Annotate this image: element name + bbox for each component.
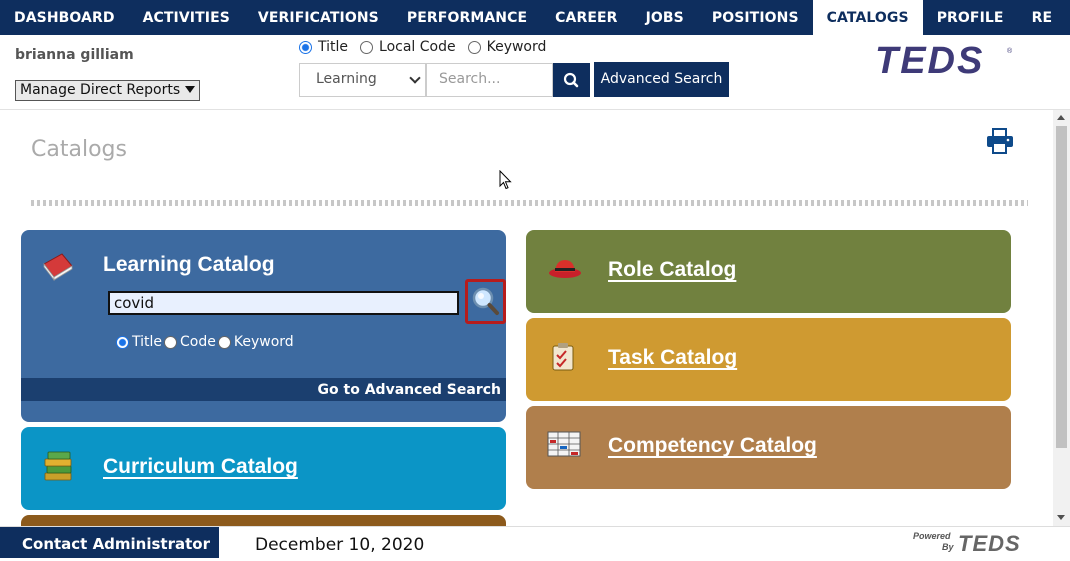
radio-button-selected[interactable] (116, 335, 129, 349)
go-to-advanced-search-link[interactable]: Go to Advanced Search (21, 378, 506, 401)
page-scrollbar[interactable] (1053, 110, 1070, 526)
chevron-down-icon (185, 86, 195, 93)
lc-radio-title[interactable]: Title (116, 334, 162, 350)
header: brianna gilliam Manage Direct Reports Ti… (0, 35, 1070, 110)
footer-date: December 10, 2020 (255, 535, 425, 555)
svg-text:Powered: Powered (913, 531, 951, 541)
catalog-type-select[interactable]: Learning (299, 63, 426, 97)
books-stack-icon (42, 449, 76, 487)
nav-career[interactable]: CAREER (541, 0, 631, 35)
lc-radio-keyword[interactable]: Keyword (217, 334, 294, 350)
nav-activities[interactable]: ACTIVITIES (129, 0, 244, 35)
section-divider (31, 200, 1028, 206)
scrollbar-thumb[interactable] (1056, 126, 1067, 448)
search-input[interactable]: Search... (426, 63, 553, 97)
chart-table-icon (547, 430, 581, 462)
magnifier-icon (472, 287, 499, 315)
footer: Contact Administrator December 10, 2020 … (0, 526, 1070, 559)
learning-catalog-search-input[interactable]: covid (108, 291, 459, 315)
svg-text:By: By (942, 542, 954, 552)
role-catalog-panel[interactable] (526, 230, 1011, 313)
nav-catalogs[interactable]: CATALOGS (812, 0, 923, 35)
scroll-up-icon[interactable] (1057, 115, 1065, 120)
learning-catalog-search-button[interactable] (465, 279, 506, 324)
manage-reports-select-value: Manage Direct Reports (20, 82, 181, 98)
radio-button[interactable] (217, 335, 231, 349)
powered-by-teds-logo: Powered By TEDS (910, 529, 1050, 559)
lc-radio-title-label: Title (132, 334, 163, 350)
competency-catalog-link[interactable]: Competency Catalog (608, 434, 817, 458)
chevron-down-icon (409, 72, 421, 84)
radio-keyword-label: Keyword (486, 39, 547, 55)
nav-jobs[interactable]: JOBS (632, 0, 698, 35)
contact-administrator-button[interactable]: Contact Administrator (0, 527, 219, 558)
lc-radio-code-label: Code (180, 334, 216, 350)
nav-positions[interactable]: POSITIONS (698, 0, 813, 35)
svg-text:TEDS: TEDS (875, 43, 984, 77)
search-icon (563, 72, 579, 88)
radio-keyword[interactable]: Keyword (467, 39, 547, 55)
curriculum-catalog-link[interactable]: Curriculum Catalog (103, 455, 298, 479)
svg-text:®: ® (1007, 47, 1013, 55)
nav-dashboard[interactable]: DASHBOARD (0, 0, 129, 35)
search-button[interactable] (553, 63, 590, 97)
teds-logo: TEDS ® (875, 40, 1015, 82)
svg-text:TEDS: TEDS (958, 531, 1021, 555)
hat-icon (547, 256, 583, 284)
nav-profile[interactable]: PROFILE (923, 0, 1018, 35)
lc-radio-keyword-label: Keyword (233, 334, 294, 350)
mouse-cursor-icon (499, 169, 513, 194)
manage-reports-select[interactable]: Manage Direct Reports (15, 80, 200, 101)
advanced-search-button[interactable]: Advanced Search (594, 62, 729, 97)
task-catalog-link[interactable]: Task Catalog (608, 346, 737, 370)
print-icon[interactable] (986, 128, 1014, 158)
radio-title[interactable]: Title (299, 39, 348, 55)
nav-performance[interactable]: PERFORMANCE (393, 0, 541, 35)
radio-button[interactable] (360, 40, 374, 54)
radio-button[interactable] (164, 335, 178, 349)
radio-local-code-label: Local Code (379, 39, 456, 55)
nav-reports-truncated[interactable]: RE (1018, 0, 1067, 35)
radio-button[interactable] (467, 40, 481, 54)
lc-radio-code[interactable]: Code (164, 334, 216, 350)
task-catalog-panel[interactable] (526, 318, 1011, 401)
learning-catalog-radios: Title Code Keyword (116, 334, 296, 350)
radio-button-selected[interactable] (299, 40, 312, 54)
book-icon (40, 250, 76, 286)
role-catalog-link[interactable]: Role Catalog (608, 258, 736, 282)
learning-catalog-title: Learning Catalog (103, 253, 275, 276)
nav-verifications[interactable]: VERIFICATIONS (244, 0, 393, 35)
radio-local-code[interactable]: Local Code (360, 39, 456, 55)
top-nav: DASHBOARD ACTIVITIES VERIFICATIONS PERFO… (0, 0, 1070, 35)
search-mode-radios: Title Local Code Keyword (299, 39, 558, 55)
checklist-icon (550, 342, 578, 376)
catalog-type-value: Learning (316, 71, 377, 87)
radio-title-label: Title (318, 39, 349, 55)
scroll-down-icon[interactable] (1057, 515, 1065, 520)
page-title: Catalogs (31, 137, 127, 162)
user-name: brianna gilliam (15, 47, 134, 63)
